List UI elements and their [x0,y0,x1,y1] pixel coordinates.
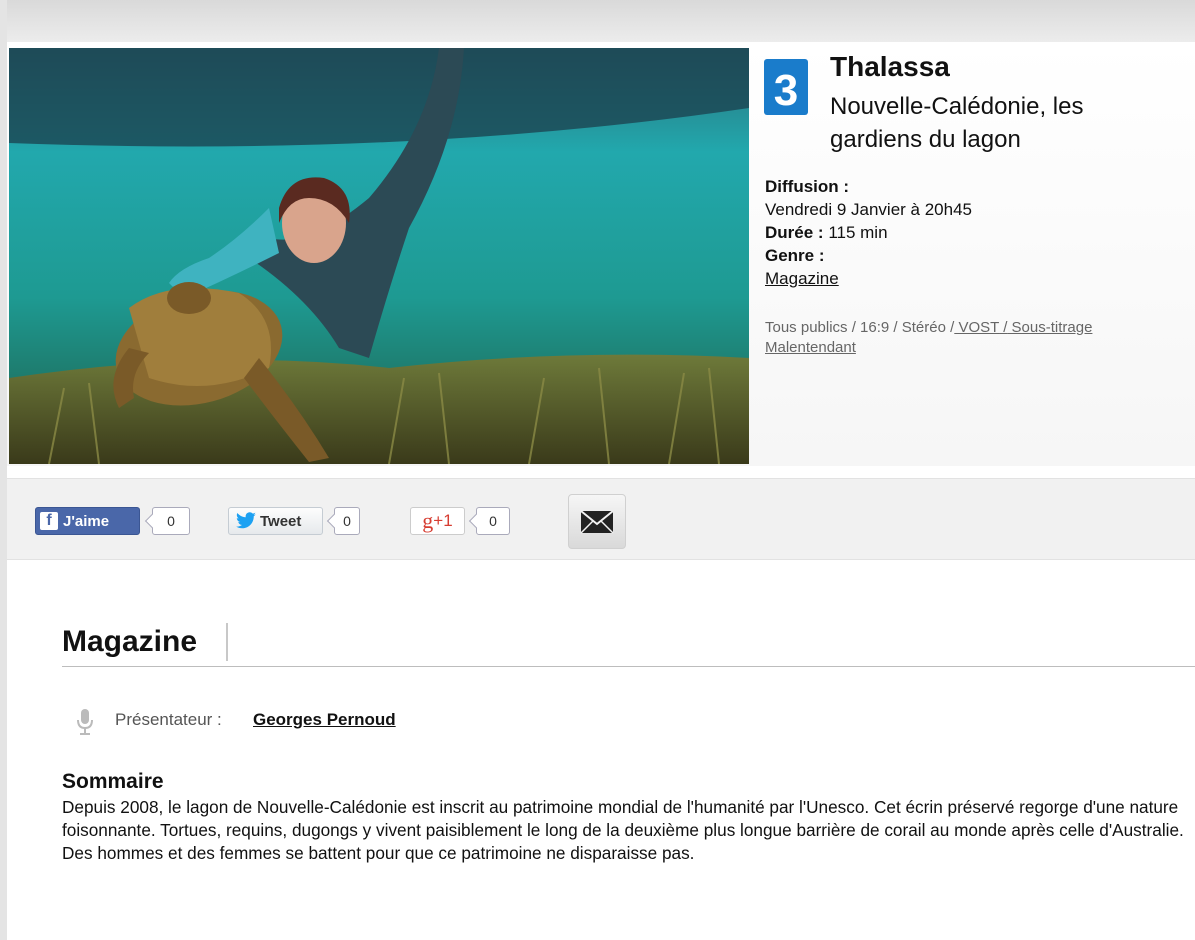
diffusion-label: Diffusion : [765,177,850,196]
email-share-button[interactable] [568,494,626,549]
google-plus-icon: g [422,508,434,533]
genre-link[interactable]: Magazine [765,269,839,288]
program-photo [9,48,749,464]
title-divider [226,623,228,661]
program-subtitle: Nouvelle-Calédonie, les gardiens du lago… [830,93,1084,153]
microphone-icon [77,709,93,735]
duree-label: Durée : [765,223,824,242]
vost-link[interactable]: VOST [954,319,999,336]
twitter-bird-icon [236,512,256,529]
presenter-link[interactable]: Georges Pernoud [253,710,396,730]
summary-text: Depuis 2008, le lagon de Nouvelle-Calédo… [62,797,1184,863]
underwater-diver-turtle-image [9,48,749,464]
summary-title: Sommaire [62,770,164,793]
tweet-label: Tweet [260,512,302,530]
technical-info: Tous publics / 16:9 / Stéréo / VOST / So… [765,318,1155,358]
svg-text:3: 3 [774,66,798,115]
google-plus-label: +1 [433,511,453,530]
facebook-like-button[interactable]: f J'aime [35,507,140,535]
facebook-icon: f [40,512,58,530]
google-plus-one-button[interactable]: g +1 [410,507,465,535]
top-bar [0,0,1195,42]
program-title: Thalassa [830,51,950,82]
tweet-count: 0 [334,507,360,535]
genre-label: Genre : [765,246,825,265]
google-plus-count: 0 [476,507,510,535]
tweet-button[interactable]: Tweet [228,507,323,535]
envelope-icon [580,509,614,534]
program-details: Diffusion : Vendredi 9 Janvier à 20h45 D… [765,175,972,290]
tech-plain: Tous publics / 16:9 / Stéréo / [765,319,955,336]
facebook-like-label: J'aime [63,512,110,530]
diffusion-value: Vendredi 9 Janvier à 20h45 [765,200,972,219]
left-rule [0,0,7,940]
france3-logo-icon: 3 [764,59,808,115]
section-title: Magazine [62,625,198,658]
duree-value: 115 min [828,223,888,242]
facebook-like-count: 0 [152,507,190,535]
section-rule [62,666,1195,667]
presenter-label: Présentateur : [115,710,222,729]
